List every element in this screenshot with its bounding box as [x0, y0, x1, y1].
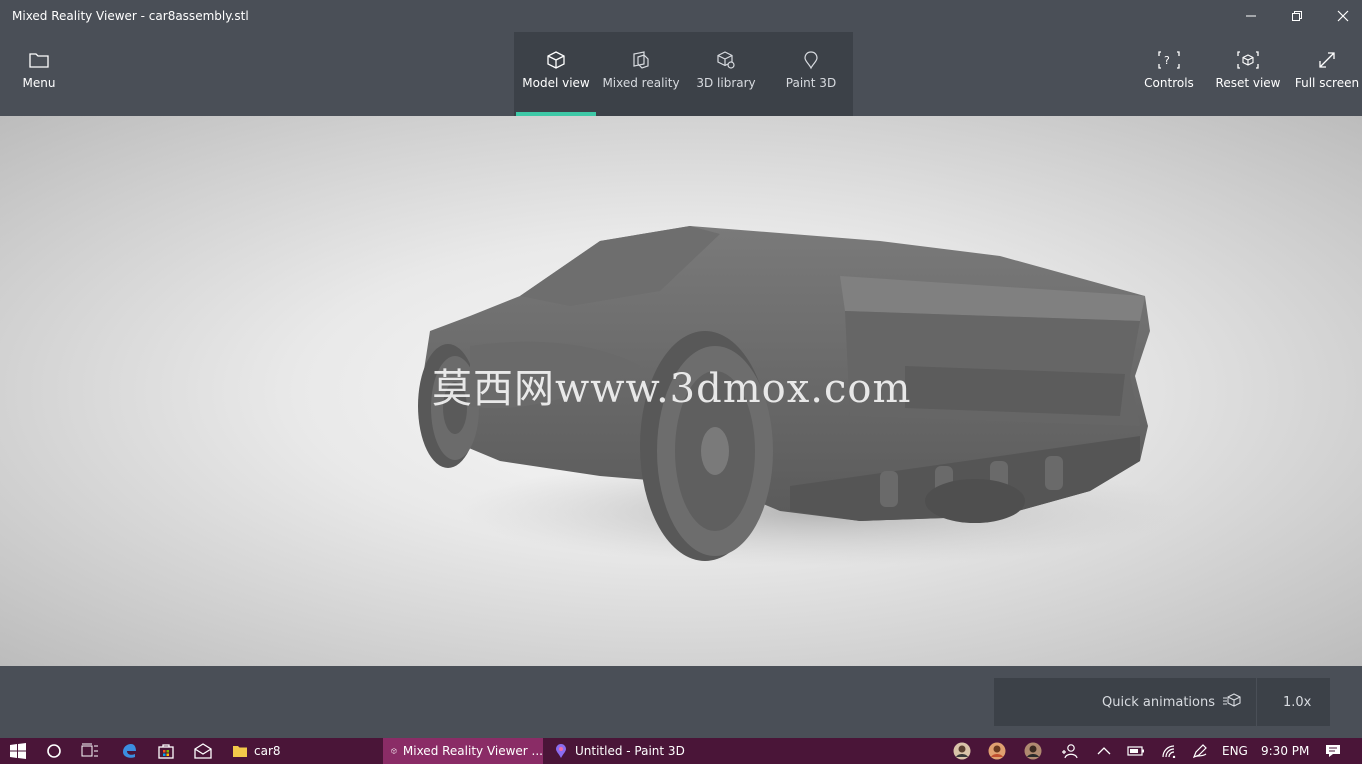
contact-avatar-1[interactable] [953, 738, 971, 764]
action-center-button[interactable] [1325, 738, 1341, 764]
people-icon [1062, 744, 1078, 759]
notification-icon [1326, 745, 1340, 757]
folder-icon [29, 53, 49, 68]
store-button[interactable] [157, 738, 175, 764]
clock[interactable]: 9:30 PM [1261, 738, 1309, 764]
windows-logo-icon [10, 743, 26, 759]
search-button[interactable] [46, 738, 62, 764]
controls-label: Controls [1144, 76, 1194, 90]
toolbar: Menu Model view Mixed reality 3D library… [0, 32, 1362, 116]
person-avatar-icon [988, 742, 1006, 760]
app-label: Mixed Reality Viewer ... [402, 744, 543, 758]
restore-button[interactable] [1274, 0, 1320, 32]
controls-button[interactable]: ? Controls [1129, 50, 1209, 90]
minimize-icon [1246, 15, 1256, 17]
model-viewport[interactable]: 莫西网www.3dmox.com [0, 116, 1362, 666]
battery-button[interactable] [1127, 738, 1145, 764]
tab-model-view[interactable]: Model view [514, 32, 598, 116]
battery-icon [1127, 746, 1144, 756]
view-tabs: Model view Mixed reality 3D library Pain… [514, 32, 853, 116]
mail-button[interactable] [194, 738, 212, 764]
contact-avatar-3[interactable] [1024, 738, 1042, 764]
animation-speed-button[interactable]: 1.0x [1283, 695, 1311, 710]
tab-mixed-reality[interactable]: Mixed reality [599, 32, 683, 116]
library-icon [717, 51, 735, 69]
wifi-button[interactable] [1161, 738, 1177, 764]
edge-browser-button[interactable] [120, 738, 138, 764]
reset-view-icon [1237, 51, 1259, 69]
full-screen-label: Full screen [1294, 76, 1360, 90]
taskbar-folder-car8[interactable]: car8 [224, 738, 380, 764]
tab-3d-library[interactable]: 3D library [684, 32, 768, 116]
close-icon [1337, 10, 1349, 22]
title-bar: Mixed Reality Viewer - car8assembly.stl [0, 0, 1362, 32]
paint-3d-icon [556, 744, 566, 758]
mail-icon [194, 743, 212, 759]
taskbar-app-mixed-reality-viewer[interactable]: Mixed Reality Viewer ... [383, 738, 543, 764]
person-avatar-icon [953, 742, 971, 760]
reset-view-button[interactable]: Reset view [1208, 50, 1288, 90]
folder-label: car8 [254, 744, 281, 758]
bottom-bar: Quick animations 1.0x [0, 666, 1362, 738]
clock-time: 9:30 PM [1261, 744, 1310, 758]
divider [1256, 678, 1257, 726]
paint-3d-icon [804, 51, 818, 70]
menu-label: Menu [22, 76, 56, 90]
start-button[interactable] [10, 738, 26, 764]
person-avatar-icon [1024, 742, 1042, 760]
window-title: Mixed Reality Viewer - car8assembly.stl [12, 9, 249, 23]
edge-icon [123, 744, 136, 758]
reset-view-label: Reset view [1215, 76, 1281, 90]
controls-icon: ? [1158, 51, 1180, 69]
animation-cube-icon[interactable] [1222, 692, 1244, 710]
svg-text:?: ? [1164, 54, 1170, 67]
menu-button[interactable]: Menu [12, 50, 66, 90]
tab-label: Model view [522, 76, 590, 90]
taskbar-app-paint-3d[interactable]: Untitled - Paint 3D [545, 738, 705, 764]
folder-icon [233, 746, 247, 757]
tray-overflow-button[interactable] [1097, 738, 1111, 764]
people-button[interactable] [1061, 738, 1079, 764]
pen-workspace-button[interactable] [1192, 738, 1208, 764]
minimize-button[interactable] [1228, 0, 1274, 32]
store-bag-icon [158, 744, 174, 759]
tab-label: 3D library [696, 76, 756, 90]
task-view-button[interactable] [81, 738, 99, 764]
close-button[interactable] [1320, 0, 1362, 32]
wifi-icon [1162, 745, 1176, 758]
language-label: ENG [1222, 744, 1248, 758]
tab-paint-3d[interactable]: Paint 3D [769, 32, 853, 116]
cube-icon [547, 51, 565, 69]
contact-avatar-2[interactable] [988, 738, 1006, 764]
quick-animations-button[interactable]: Quick animations [1102, 695, 1215, 710]
mixed-reality-icon [633, 51, 649, 69]
task-view-icon [81, 743, 98, 757]
language-indicator[interactable]: ENG [1222, 738, 1248, 764]
full-screen-icon [1319, 52, 1335, 68]
taskbar: car8 Mixed Reality Viewer ... Untitled -… [0, 738, 1362, 764]
restore-icon [1292, 11, 1302, 21]
search-circle-icon [47, 744, 61, 758]
app-label: Untitled - Paint 3D [575, 744, 685, 758]
full-screen-button[interactable]: Full screen [1287, 50, 1362, 90]
mixed-reality-viewer-icon [391, 748, 397, 754]
tab-label: Paint 3D [785, 76, 837, 90]
chevron-up-icon [1097, 747, 1111, 755]
quick-animations-panel: Quick animations 1.0x [994, 678, 1330, 726]
tab-label: Mixed reality [602, 76, 680, 90]
watermark-text: 莫西网www.3dmox.com [432, 366, 912, 412]
pen-icon [1192, 744, 1207, 759]
